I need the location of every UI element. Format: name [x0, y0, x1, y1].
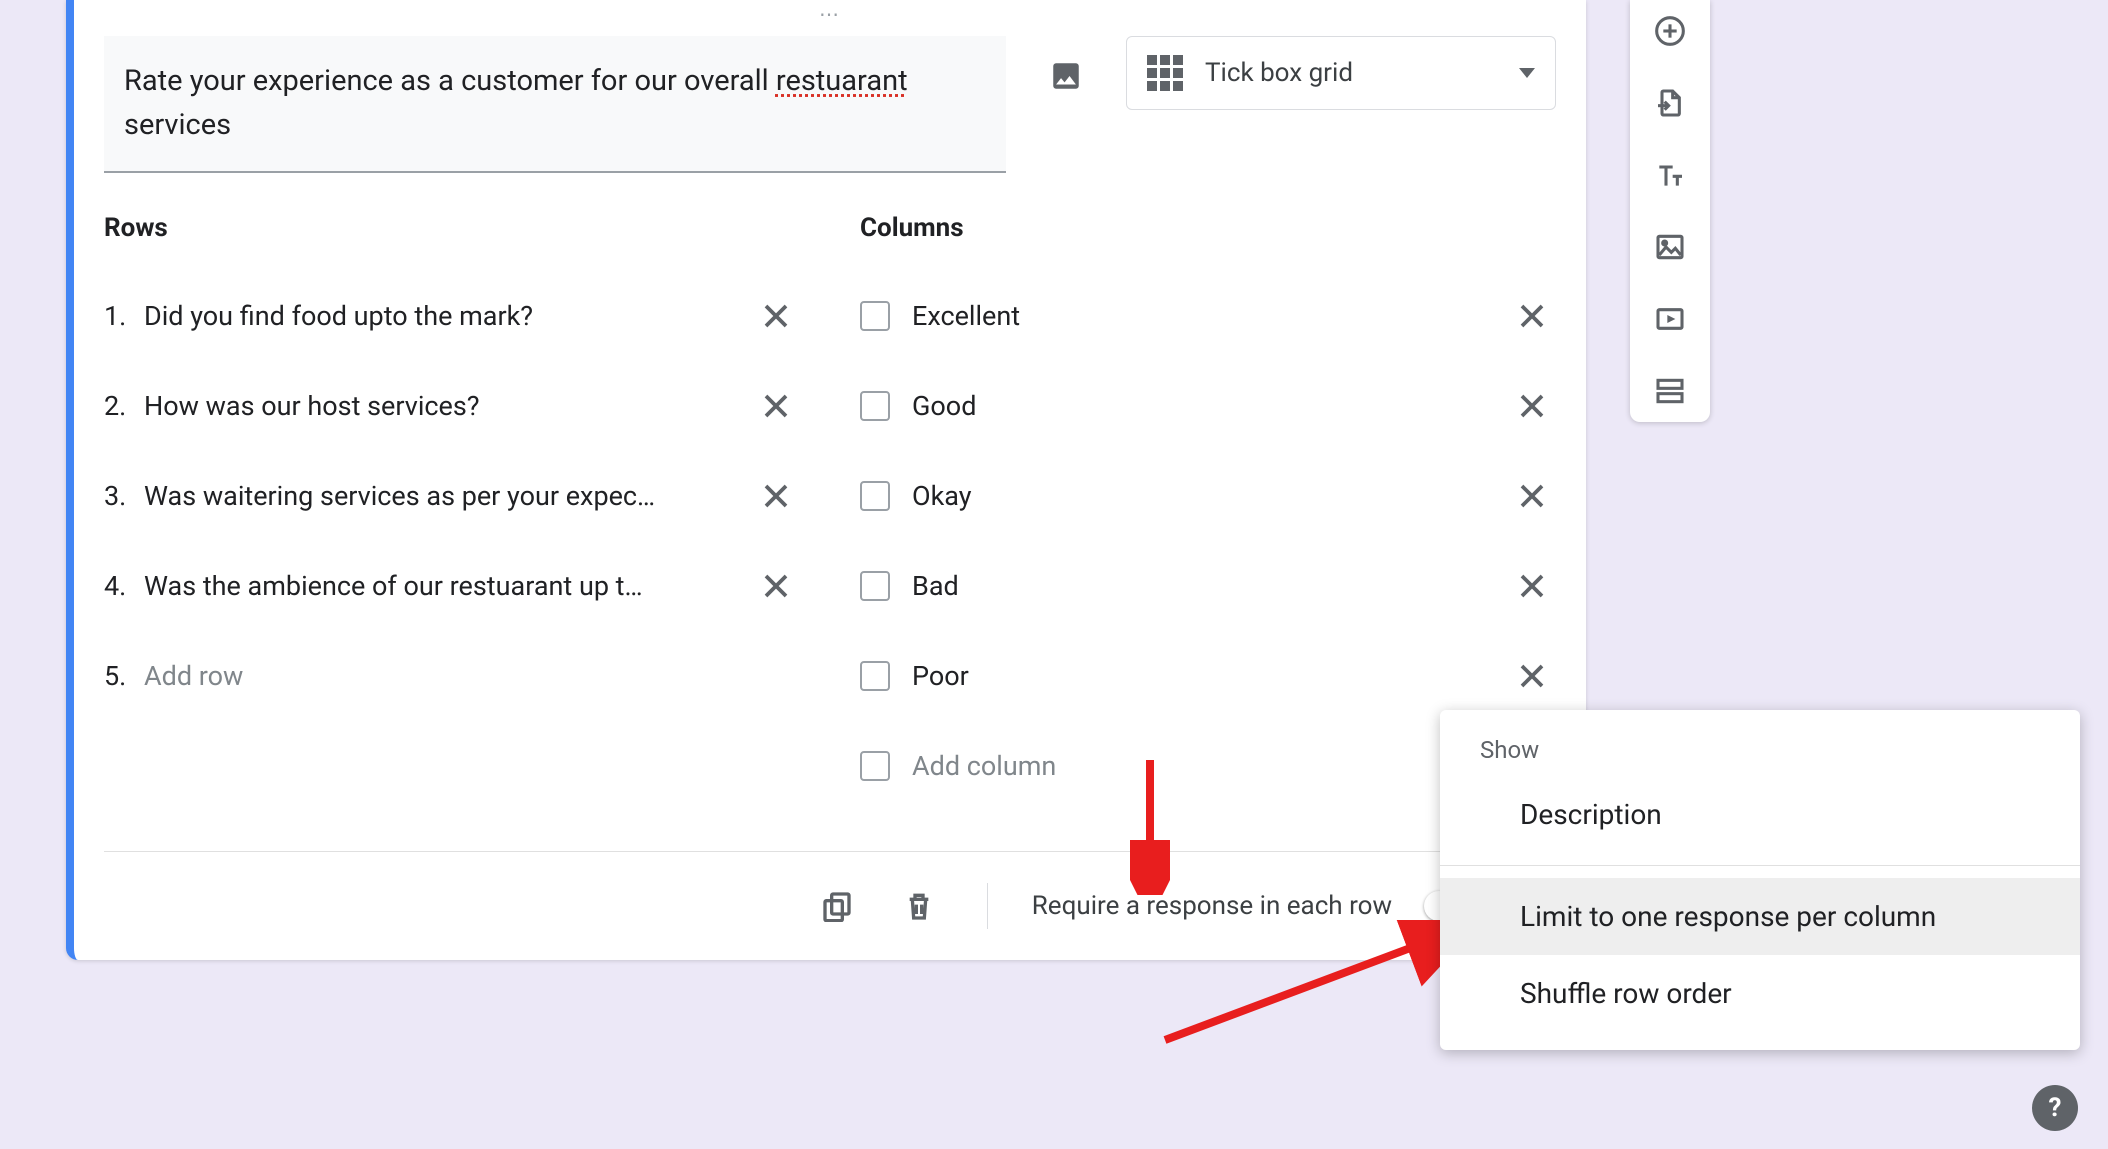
question-header-row: Rate your experience as a customer for o…: [74, 26, 1586, 173]
row-item[interactable]: 1. Did you find food upto the mark?: [104, 271, 800, 361]
add-row-placeholder[interactable]: Add row: [144, 660, 800, 692]
help-icon: ?: [2049, 1093, 2062, 1123]
columns-header: Columns: [860, 213, 1556, 243]
side-toolbar: [1630, 0, 1710, 422]
remove-column-button[interactable]: [1508, 652, 1556, 700]
column-item[interactable]: Bad: [860, 541, 1556, 631]
add-title-button[interactable]: [1653, 158, 1687, 192]
menu-item-limit-response[interactable]: Limit to one response per column: [1440, 878, 2080, 955]
question-type-select[interactable]: Tick box grid: [1126, 36, 1556, 110]
rows-header: Rows: [104, 213, 800, 243]
row-number: 2.: [104, 390, 144, 422]
row-item[interactable]: 2. How was our host services?: [104, 361, 800, 451]
question-card: ⋯ Rate your experience as a customer for…: [66, 0, 1586, 960]
add-question-button[interactable]: [1653, 14, 1687, 48]
column-item[interactable]: Poor: [860, 631, 1556, 721]
column-text[interactable]: Good: [912, 390, 1508, 422]
remove-column-button[interactable]: [1508, 472, 1556, 520]
remove-column-button[interactable]: [1508, 292, 1556, 340]
menu-divider: [1440, 865, 2080, 866]
row-number: 4.: [104, 570, 144, 602]
column-text[interactable]: Bad: [912, 570, 1508, 602]
checkbox-icon: [860, 751, 890, 781]
row-number: 5.: [104, 660, 144, 692]
row-text[interactable]: Was the ambience of our restuarant up t…: [144, 570, 752, 602]
checkbox-icon: [860, 301, 890, 331]
menu-section-header: Show: [1440, 730, 2080, 776]
checkbox-icon: [860, 391, 890, 421]
question-type-label: Tick box grid: [1205, 58, 1497, 88]
require-response-label: Require a response in each row: [1032, 891, 1392, 921]
row-text[interactable]: Was waitering services as per your expec…: [144, 480, 752, 512]
annotation-arrow-icon: [1155, 920, 1465, 1050]
add-row-item[interactable]: 5. Add row: [104, 631, 800, 721]
column-text[interactable]: Poor: [912, 660, 1508, 692]
grid-body: Rows 1. Did you find food upto the mark?…: [74, 173, 1586, 821]
more-options-menu: Show Description Limit to one response p…: [1440, 710, 2080, 1050]
row-text[interactable]: Did you find food upto the mark?: [144, 300, 752, 332]
remove-row-button[interactable]: [752, 292, 800, 340]
row-item[interactable]: 3. Was waitering services as per your ex…: [104, 451, 800, 541]
remove-row-button[interactable]: [752, 382, 800, 430]
drag-handle-icon[interactable]: ⋯: [74, 0, 1586, 26]
question-text-misspelled: restuarant: [776, 64, 908, 98]
column-text[interactable]: Excellent: [912, 300, 1508, 332]
remove-row-button[interactable]: [752, 472, 800, 520]
column-text[interactable]: Okay: [912, 480, 1508, 512]
row-number: 3.: [104, 480, 144, 512]
add-video-button[interactable]: [1653, 302, 1687, 336]
column-item[interactable]: Okay: [860, 451, 1556, 541]
column-item[interactable]: Excellent: [860, 271, 1556, 361]
row-item[interactable]: 4. Was the ambience of our restuarant up…: [104, 541, 800, 631]
grid-icon: [1147, 55, 1183, 91]
checkbox-icon: [860, 571, 890, 601]
question-text-part2: services: [124, 108, 231, 142]
annotation-arrow-icon: [1130, 755, 1170, 895]
remove-column-button[interactable]: [1508, 562, 1556, 610]
add-image-button[interactable]: [1036, 46, 1096, 106]
remove-row-button[interactable]: [752, 562, 800, 610]
footer-divider: [987, 883, 988, 929]
add-section-button[interactable]: [1653, 374, 1687, 408]
menu-item-shuffle-rows[interactable]: Shuffle row order: [1440, 955, 2080, 1032]
column-item[interactable]: Good: [860, 361, 1556, 451]
import-questions-button[interactable]: [1653, 86, 1687, 120]
delete-button[interactable]: [895, 882, 943, 930]
add-image-button-toolbar[interactable]: [1653, 230, 1687, 264]
row-number: 1.: [104, 300, 144, 332]
checkbox-icon: [860, 661, 890, 691]
remove-column-button[interactable]: [1508, 382, 1556, 430]
chevron-down-icon: [1519, 68, 1535, 78]
row-text[interactable]: How was our host services?: [144, 390, 752, 422]
checkbox-icon: [860, 481, 890, 511]
duplicate-button[interactable]: [813, 882, 861, 930]
question-title-input[interactable]: Rate your experience as a customer for o…: [104, 36, 1006, 173]
rows-column: Rows 1. Did you find food upto the mark?…: [104, 213, 800, 811]
help-button[interactable]: ?: [2032, 1085, 2078, 1131]
menu-item-description[interactable]: Description: [1440, 776, 2080, 853]
question-text-part1: Rate your experience as a customer for o…: [124, 64, 776, 98]
